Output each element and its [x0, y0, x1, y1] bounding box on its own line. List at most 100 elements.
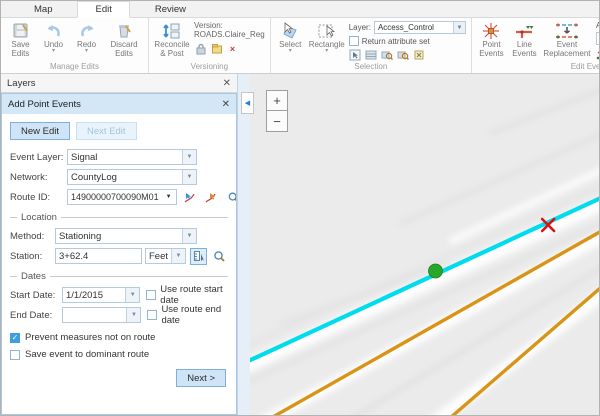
line-events-button[interactable]: Line Events: [508, 20, 541, 58]
group-versioning: Reconcile & Post Version: ROADS.Claire_R…: [149, 18, 271, 73]
station-input[interactable]: 3+62.4: [55, 248, 142, 264]
undo-dropdown-caret[interactable]: ▾: [52, 49, 55, 53]
route-id-label: Route ID:: [10, 192, 67, 203]
left-panel: Layers ✕ Add Point Events ✕ New Edit Nex…: [1, 74, 238, 415]
save-icon: [12, 21, 30, 40]
trash-icon: [116, 21, 132, 40]
rectangle-select-button[interactable]: Rectangle ▾: [307, 20, 347, 53]
save-dominant-route-label: Save event to dominant route: [25, 349, 149, 360]
method-select[interactable]: Stationing ▼: [55, 228, 197, 244]
zoom-to-station-icon[interactable]: [211, 248, 228, 265]
reconcile-post-button[interactable]: Reconcile & Post: [152, 20, 192, 58]
arcgis-window: Map Edit Review Save Edits Undo ▾: [0, 0, 600, 416]
dates-section-separator: Dates: [10, 271, 228, 282]
network-select-arrow-icon[interactable]: ▼: [182, 170, 196, 184]
rectangle-dropdown-caret[interactable]: ▾: [325, 49, 328, 53]
event-point-marker: [428, 264, 442, 278]
method-select-arrow-icon[interactable]: ▼: [182, 229, 196, 243]
end-date-label: End Date:: [10, 310, 62, 321]
select-by-shape-icon[interactable]: [349, 48, 362, 61]
discard-edits-button[interactable]: Discard Edits: [103, 20, 145, 58]
select-icon: [280, 21, 300, 40]
route-id-combo-arrow-icon[interactable]: ▼: [162, 190, 176, 204]
group-edit-events: Point Events Line Events Event Replaceme…: [472, 18, 600, 73]
pick-location-tool-icon[interactable]: [190, 248, 207, 265]
route-id-combo[interactable]: 14900000700090M01 ▼: [67, 189, 177, 205]
start-date-arrow-icon[interactable]: ▼: [125, 288, 139, 302]
map-view[interactable]: + −: [250, 74, 599, 415]
redo-icon: [78, 21, 96, 40]
location-section-separator: Location: [10, 212, 228, 223]
zoom-to-selection-icon[interactable]: [381, 48, 394, 61]
attribute-set-label: Attribute Set:: [596, 21, 600, 30]
add-point-events-close-icon[interactable]: ✕: [222, 99, 230, 110]
undo-button[interactable]: Undo ▾: [37, 20, 70, 53]
new-version-icon[interactable]: [210, 42, 223, 55]
end-date-input[interactable]: ▼: [62, 307, 141, 323]
return-attribute-set-checkbox[interactable]: [349, 36, 359, 46]
ribbon-tab-bar: Map Edit Review: [1, 1, 599, 18]
station-unit-arrow-icon[interactable]: ▼: [171, 249, 185, 263]
attribute-set-select[interactable]: Default ▼: [596, 32, 600, 45]
network-select[interactable]: CountyLog ▼: [67, 169, 197, 185]
add-point-events-pane: Add Point Events ✕ New Edit Next Edit Ev…: [1, 93, 237, 415]
event-layer-label: Event Layer:: [10, 152, 67, 163]
redo-button[interactable]: Redo ▾: [70, 20, 103, 53]
network-label: Network:: [10, 172, 67, 183]
tab-review[interactable]: Review: [138, 2, 203, 17]
start-date-input[interactable]: 1/1/2015 ▼: [62, 287, 140, 303]
use-route-end-date-label: Use route end date: [161, 304, 228, 326]
panel-collapse-button[interactable]: ◀: [241, 92, 254, 114]
layer-label: Layer:: [349, 23, 371, 32]
tab-map[interactable]: Map: [17, 2, 69, 17]
end-date-arrow-icon[interactable]: ▼: [126, 308, 140, 322]
layer-select[interactable]: Access_Control ▼: [374, 21, 466, 34]
prevent-measures-label: Prevent measures not on route: [25, 332, 155, 343]
use-route-end-date-checkbox[interactable]: [147, 310, 157, 320]
zoom-out-button[interactable]: −: [266, 111, 288, 132]
tab-edit[interactable]: Edit: [77, 1, 129, 18]
next-edit-button[interactable]: Next Edit: [76, 122, 137, 140]
version-lock-icon[interactable]: [194, 42, 207, 55]
map-canvas: [250, 74, 599, 415]
redo-dropdown-caret[interactable]: ▾: [85, 49, 88, 53]
collapse-arrow-icon: ◀: [245, 99, 250, 107]
event-replacement-icon: [554, 21, 580, 40]
prevent-measures-checkbox[interactable]: ✓: [10, 333, 20, 343]
version-label: Version:: [194, 21, 265, 30]
selection-attributes-icon[interactable]: [365, 48, 378, 61]
panel-gutter: ◀: [238, 74, 250, 415]
pan-to-selection-icon[interactable]: [397, 48, 410, 61]
group-selection: Select ▾ Rectangle ▾ Layer: Access_Contr…: [271, 18, 472, 73]
clear-selection-icon[interactable]: [413, 48, 426, 61]
layer-select-arrow-icon[interactable]: ▼: [453, 22, 465, 33]
station-unit-select[interactable]: Feet ▼: [145, 248, 186, 264]
select-route-from-selection-icon[interactable]: [202, 189, 219, 206]
save-edits-button[interactable]: Save Edits: [4, 20, 37, 58]
use-route-start-date-checkbox[interactable]: [146, 290, 156, 300]
new-edit-button[interactable]: New Edit: [10, 122, 70, 140]
layers-pane-close-icon[interactable]: ✕: [223, 78, 231, 89]
version-value: ROADS.Claire_Reg: [194, 30, 265, 39]
station-label: Station:: [10, 251, 55, 262]
point-events-button[interactable]: Point Events: [475, 20, 508, 58]
select-route-on-map-icon[interactable]: [181, 189, 198, 206]
retire-event-icon[interactable]: [596, 48, 600, 61]
zoom-in-button[interactable]: +: [266, 90, 288, 111]
method-label: Method:: [10, 231, 55, 242]
group-label-selection: Selection: [274, 62, 468, 73]
event-layer-select-arrow-icon[interactable]: ▼: [182, 150, 196, 164]
line-events-icon: [514, 21, 534, 40]
group-label-manage-edits: Manage Edits: [4, 62, 145, 73]
group-label-versioning: Versioning: [152, 62, 267, 73]
save-dominant-route-checkbox[interactable]: [10, 350, 20, 360]
select-button[interactable]: Select ▾: [274, 20, 307, 53]
zoom-to-route-icon[interactable]: [227, 189, 236, 206]
event-replacement-button[interactable]: Event Replacement: [541, 20, 593, 58]
add-point-events-title: Add Point Events: [8, 99, 81, 110]
event-layer-select[interactable]: Signal ▼: [67, 149, 197, 165]
delete-version-icon[interactable]: ×: [226, 42, 239, 55]
select-dropdown-caret[interactable]: ▾: [289, 49, 292, 53]
next-button[interactable]: Next >: [176, 369, 226, 387]
reconcile-icon: [162, 21, 182, 40]
